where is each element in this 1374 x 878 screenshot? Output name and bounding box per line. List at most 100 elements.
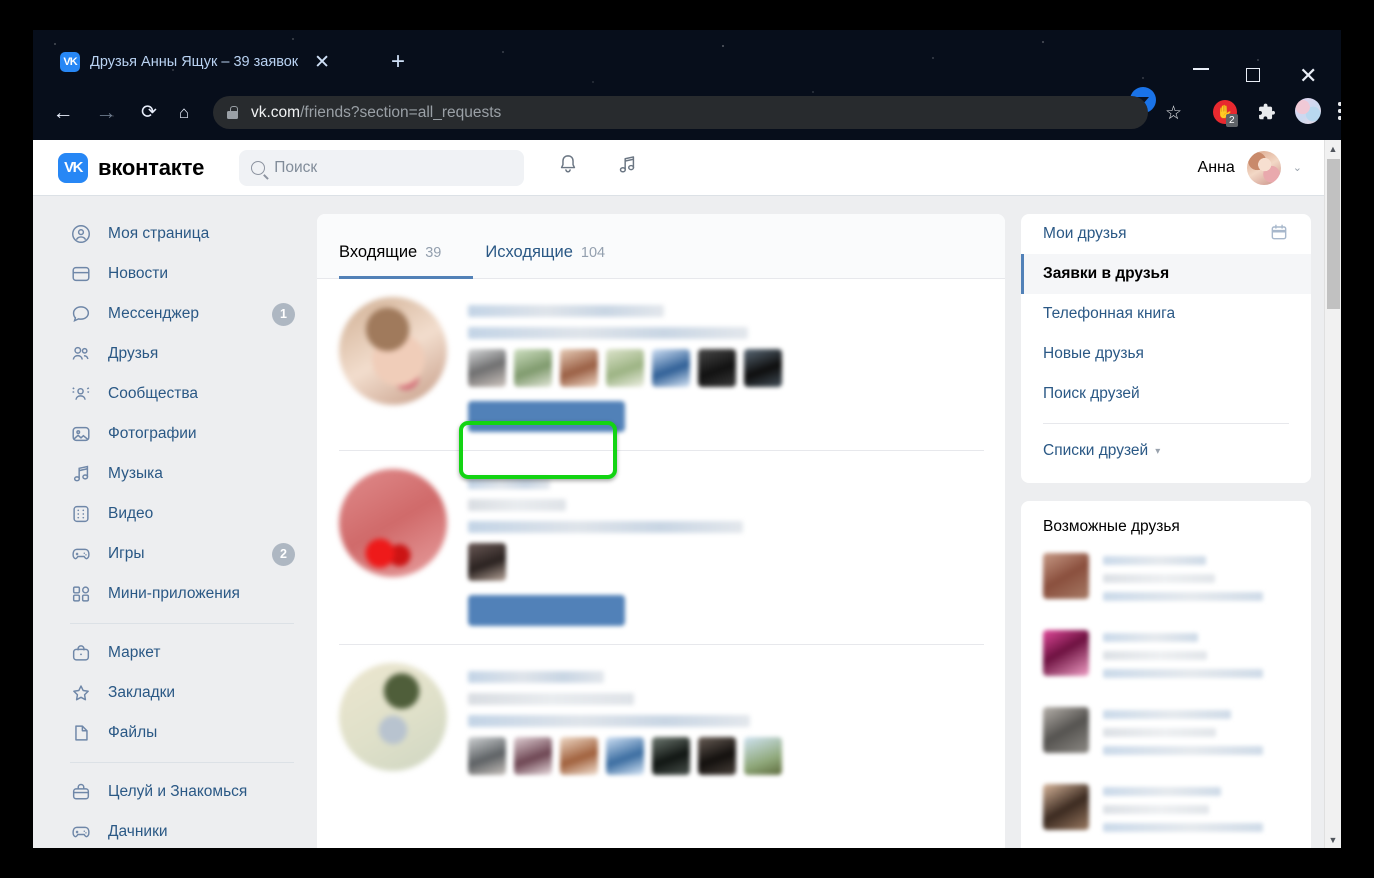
sidebar-item-friends[interactable]: Друзья [57,334,307,374]
market-icon [70,642,92,664]
mutual-friend-avatar[interactable] [468,543,506,581]
extensions-puzzle-icon[interactable] [1256,102,1276,128]
sidebar-item-label: Новости [108,265,169,282]
sidebar-item-files[interactable]: Файлы [57,713,307,753]
friend-request-item[interactable] [317,279,1005,432]
avatar[interactable] [1043,553,1089,599]
suggested-mutual-redacted [1103,669,1263,678]
bookmark-star-icon[interactable]: ☆ [1165,102,1182,125]
accept-request-button[interactable] [468,401,625,432]
adblock-extension-icon[interactable]: ✋ 2 [1213,100,1238,127]
profile-icon [70,223,92,245]
search-input[interactable]: Поиск [239,149,525,186]
friend-request-item[interactable] [317,451,1005,626]
suggested-friend-lines [1103,553,1289,610]
chrome-profile-avatar[interactable] [1295,98,1321,124]
mutual-friend-avatar[interactable] [606,737,644,775]
right-menu-divider [1043,423,1289,424]
mutual-friends-row[interactable] [468,737,782,775]
mutual-friend-avatar[interactable] [514,737,552,775]
kebab-menu-icon[interactable] [1333,98,1341,124]
sidebar-item-label: Целуй и Знакомься [108,783,248,800]
sidebar-item-market[interactable]: Маркет [57,633,307,673]
browser-toolbar: ← → ⟳ ⌂ vk.com/friends?section=all_reque… [33,84,1341,140]
mutual-friends-row[interactable] [468,543,743,581]
back-button[interactable]: ← [47,96,79,128]
left-navigation: Моя страница Новости Мессенджер 1 Друзья [57,214,307,848]
calendar-icon[interactable] [1269,222,1289,247]
window-minimize-button[interactable] [1193,68,1209,70]
right-menu-phonebook[interactable]: Телефонная книга [1021,294,1311,334]
mutual-friend-avatar[interactable] [698,349,736,387]
suggested-detail-redacted [1103,574,1215,583]
bell-icon[interactable] [557,153,579,182]
right-menu-label: Поиск друзей [1043,385,1140,402]
sidebar-item-label: Сообщества [108,385,199,402]
sidebar-item-games[interactable]: Игры 2 [57,534,307,574]
suggested-friend-item[interactable] [1021,701,1311,778]
scroll-up-arrow[interactable]: ▲ [1325,140,1341,157]
avatar[interactable] [339,663,447,771]
vk-logo[interactable]: VK вконтакте [58,152,204,183]
right-menu-friend-lists[interactable]: Списки друзей ▾ [1021,433,1311,473]
address-bar[interactable]: vk.com/friends?section=all_requests [213,96,1148,129]
accept-request-button[interactable] [468,595,625,626]
page-scrollbar[interactable]: ▲ ▼ [1324,140,1341,848]
mutual-friend-avatar[interactable] [468,737,506,775]
sidebar-item-dachniki[interactable]: Дачники [57,812,307,848]
mutual-friends-row[interactable] [468,349,782,387]
tab-outgoing[interactable]: Исходящие 104 [463,243,627,278]
right-menu-find-friends[interactable]: Поиск друзей [1021,374,1311,414]
mutual-friend-avatar[interactable] [744,737,782,775]
avatar[interactable] [1043,784,1089,830]
right-menu-friend-requests[interactable]: Заявки в друзья [1021,254,1311,294]
bookmark-icon [70,682,92,704]
sidebar-item-video[interactable]: Видео [57,494,307,534]
mutual-friend-avatar[interactable] [468,349,506,387]
mutual-friend-avatar[interactable] [698,737,736,775]
right-menu-new-friends[interactable]: Новые друзья [1021,334,1311,374]
vk-logo-mark: VK [58,152,88,183]
right-menu-my-friends[interactable]: Мои друзья [1021,214,1311,254]
suggested-friend-item[interactable] [1021,778,1311,848]
sidebar-item-kiss-and-meet[interactable]: Целуй и Знакомься [57,772,307,812]
new-tab-button[interactable]: + [391,50,405,74]
scroll-down-arrow[interactable]: ▼ [1325,831,1341,848]
reload-button[interactable]: ⟳ [133,96,165,128]
suggested-friend-item[interactable] [1021,624,1311,701]
avatar[interactable] [339,469,447,577]
sidebar-item-label: Маркет [108,644,161,661]
request-name-redacted [468,305,664,317]
suggested-friend-item[interactable] [1021,547,1311,624]
avatar[interactable] [339,297,447,405]
suggested-mutual-redacted [1103,746,1263,755]
sidebar-item-photos[interactable]: Фотографии [57,414,307,454]
mutual-friend-avatar[interactable] [652,737,690,775]
sidebar-item-news[interactable]: Новости [57,254,307,294]
window-maximize-button[interactable] [1246,68,1260,82]
friend-request-item[interactable] [317,645,1005,789]
sidebar-item-groups[interactable]: Сообщества [57,374,307,414]
avatar[interactable] [1043,630,1089,676]
forward-button[interactable]: → [90,96,122,128]
mutual-friend-avatar[interactable] [514,349,552,387]
home-button[interactable]: ⌂ [168,96,200,128]
avatar[interactable] [1043,707,1089,753]
sidebar-item-music[interactable]: Музыка [57,454,307,494]
mutual-friend-avatar[interactable] [652,349,690,387]
mutual-friend-avatar[interactable] [744,349,782,387]
sidebar-item-my-page[interactable]: Моя страница [57,214,307,254]
mutual-friend-avatar[interactable] [560,737,598,775]
header-user-menu[interactable]: Анна ⌄ [1198,150,1302,185]
sidebar-item-bookmarks[interactable]: Закладки [57,673,307,713]
sidebar-item-messenger[interactable]: Мессенджер 1 [57,294,307,334]
scrollbar-thumb[interactable] [1327,159,1340,309]
tab-incoming[interactable]: Входящие 39 [317,243,463,278]
right-menu-label: Новые друзья [1043,345,1144,362]
tab-close-icon[interactable]: ✕ [308,53,336,72]
browser-tab[interactable]: VK Друзья Анны Ящук – 39 заявок ✕ [48,42,342,82]
music-icon[interactable] [616,153,638,182]
sidebar-item-mini-apps[interactable]: Мини-приложения [57,574,307,614]
mutual-friend-avatar[interactable] [606,349,644,387]
mutual-friend-avatar[interactable] [560,349,598,387]
